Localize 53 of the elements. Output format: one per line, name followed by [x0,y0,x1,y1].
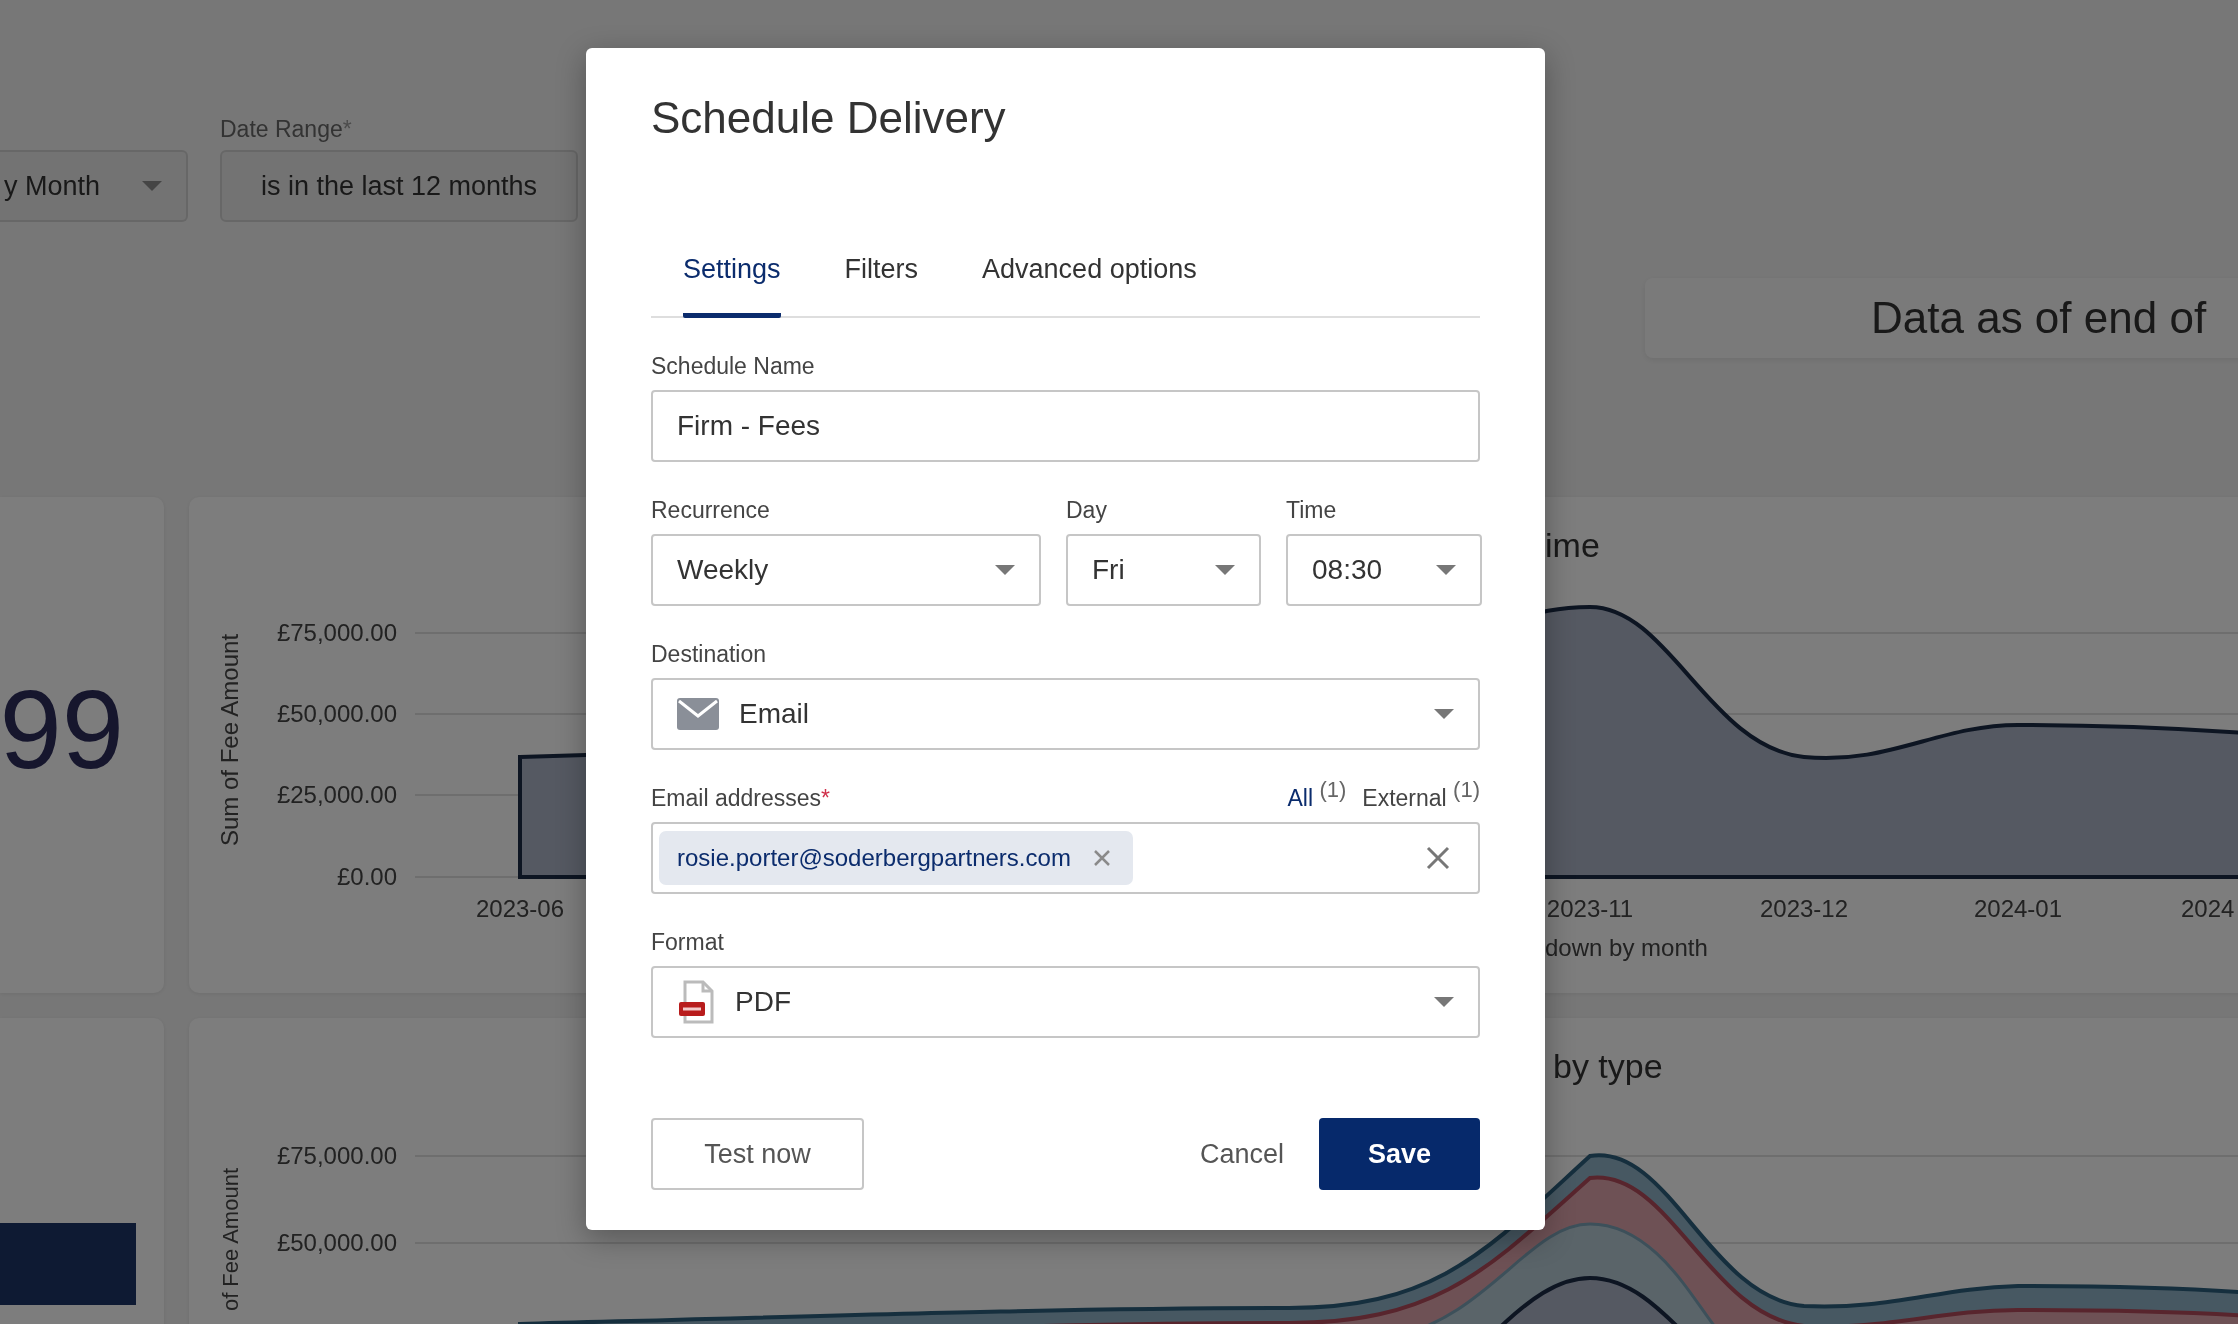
caret-icon [1436,565,1456,575]
kpi-value: 99 [0,674,125,786]
tick-label: £75,000.00 [276,619,397,646]
filter-field[interactable]: is in the last 12 months [220,150,578,222]
field-label: Email addresses* [651,784,830,812]
tick-label: £25,000.00 [276,781,397,808]
caret-icon [1434,709,1454,719]
field-label: Day [1066,496,1107,524]
tab[interactable]: Settings [683,232,781,318]
field-label: Recurrence [651,496,770,524]
tick-label: £50,000.00 [276,1229,397,1256]
save-button[interactable]: Save [1319,1118,1480,1190]
tab[interactable]: Filters [844,232,919,318]
field-label: Destination [651,640,767,668]
caret-icon [1434,997,1454,1007]
format-dropdown[interactable]: PDF [651,966,1480,1038]
filter-label: Date Range* [220,116,353,144]
filter-dropdown[interactable]: y Month [0,150,188,222]
chart-caption: down by month [1545,934,1708,961]
tick-label: £75,000.00 [276,1142,397,1169]
tick-label: £0.00 [336,863,397,890]
tab[interactable]: Advanced options [982,232,1197,318]
cancel-button[interactable]: Cancel [1164,1118,1319,1190]
data-note-text: Data as of end of [1871,293,2207,343]
tick-label: £50,000.00 [276,700,397,727]
pdf-file-icon [677,980,715,1024]
tick-label: 2023-11 [1546,895,1634,922]
y-axis-label: Sum of Fee Amount [216,633,243,847]
email-chip[interactable]: rosie.porter@soderbergpartners.com [659,831,1133,885]
test-now-button[interactable]: Test now [651,1118,864,1190]
field-label: Format [651,928,724,956]
field-label: Time [1286,496,1337,524]
dropdown[interactable]: 08:30 [1286,534,1482,606]
tick-label: 2024 [2181,895,2235,922]
remove-icon[interactable] [1092,849,1111,867]
text-field[interactable]: Firm - Fees [651,390,1480,462]
tick-label: 2023-12 [1759,895,1849,922]
clear-icon[interactable] [1426,846,1450,870]
email-input-field[interactable]: rosie.porter@soderbergpartners.com [651,822,1480,894]
dialog-title: Schedule Delivery [651,92,1007,144]
caret-icon [995,565,1015,575]
dropdown[interactable]: Weekly [651,534,1041,606]
caret-icon [1215,565,1235,575]
destination-dropdown[interactable]: Email [651,678,1480,750]
caret-icon [142,181,162,191]
tick-label: 2023-06 [475,895,565,922]
dropdown[interactable]: Fri [1066,534,1261,606]
tick-label: 2024-01 [1973,895,2063,922]
chart-title: ime [1545,526,1600,564]
chart-title: by type [1553,1047,1663,1085]
envelope-icon [677,698,719,730]
field-label: Schedule Name [651,352,815,380]
y-axis-label: of Fee Amount [218,1168,243,1312]
